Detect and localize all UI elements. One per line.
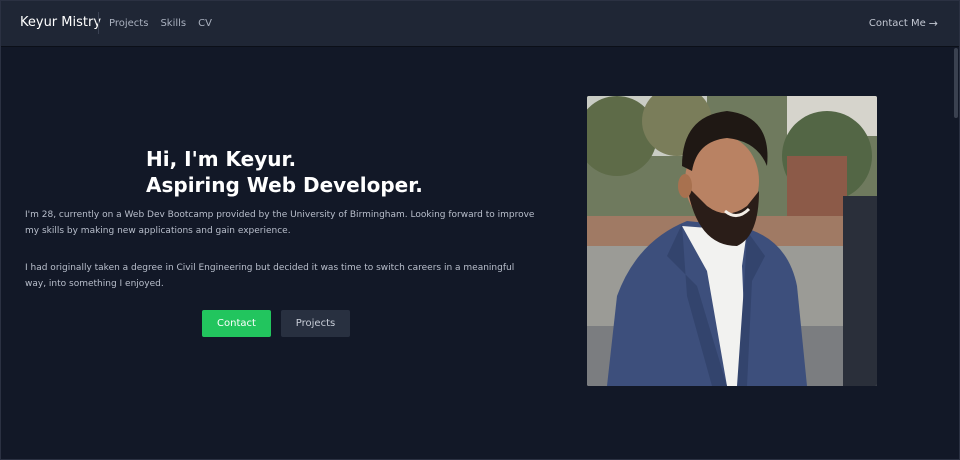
hero-heading: Hi, I'm Keyur. Aspiring Web Developer. (146, 146, 423, 198)
contact-me-label: Contact Me (868, 18, 926, 29)
nav-link-projects[interactable]: Projects (109, 18, 148, 29)
nav-links: Projects Skills CV (109, 18, 212, 29)
nav-link-skills[interactable]: Skills (160, 18, 186, 29)
arrow-right-icon: → (928, 17, 938, 30)
brand-logo[interactable]: Keyur Mistry (20, 15, 101, 30)
hero-heading-line2: Aspiring Web Developer. (146, 173, 423, 197)
hero-heading-line1: Hi, I'm Keyur. (146, 147, 297, 171)
intro-paragraph: I'm 28, currently on a Web Dev Bootcamp … (25, 210, 535, 236)
contact-button[interactable]: Contact (202, 310, 271, 337)
background-paragraph: I had originally taken a degree in Civil… (25, 263, 515, 289)
top-navbar: Keyur Mistry Projects Skills CV Contact … (0, 0, 960, 47)
projects-button[interactable]: Projects (281, 310, 350, 337)
scrollbar-thumb[interactable] (954, 48, 958, 118)
profile-photo (587, 96, 877, 386)
contact-me-link[interactable]: Contact Me → (869, 18, 938, 29)
nav-divider (98, 12, 99, 34)
profile-photo-illustration (587, 96, 877, 386)
nav-link-cv[interactable]: CV (198, 18, 212, 29)
